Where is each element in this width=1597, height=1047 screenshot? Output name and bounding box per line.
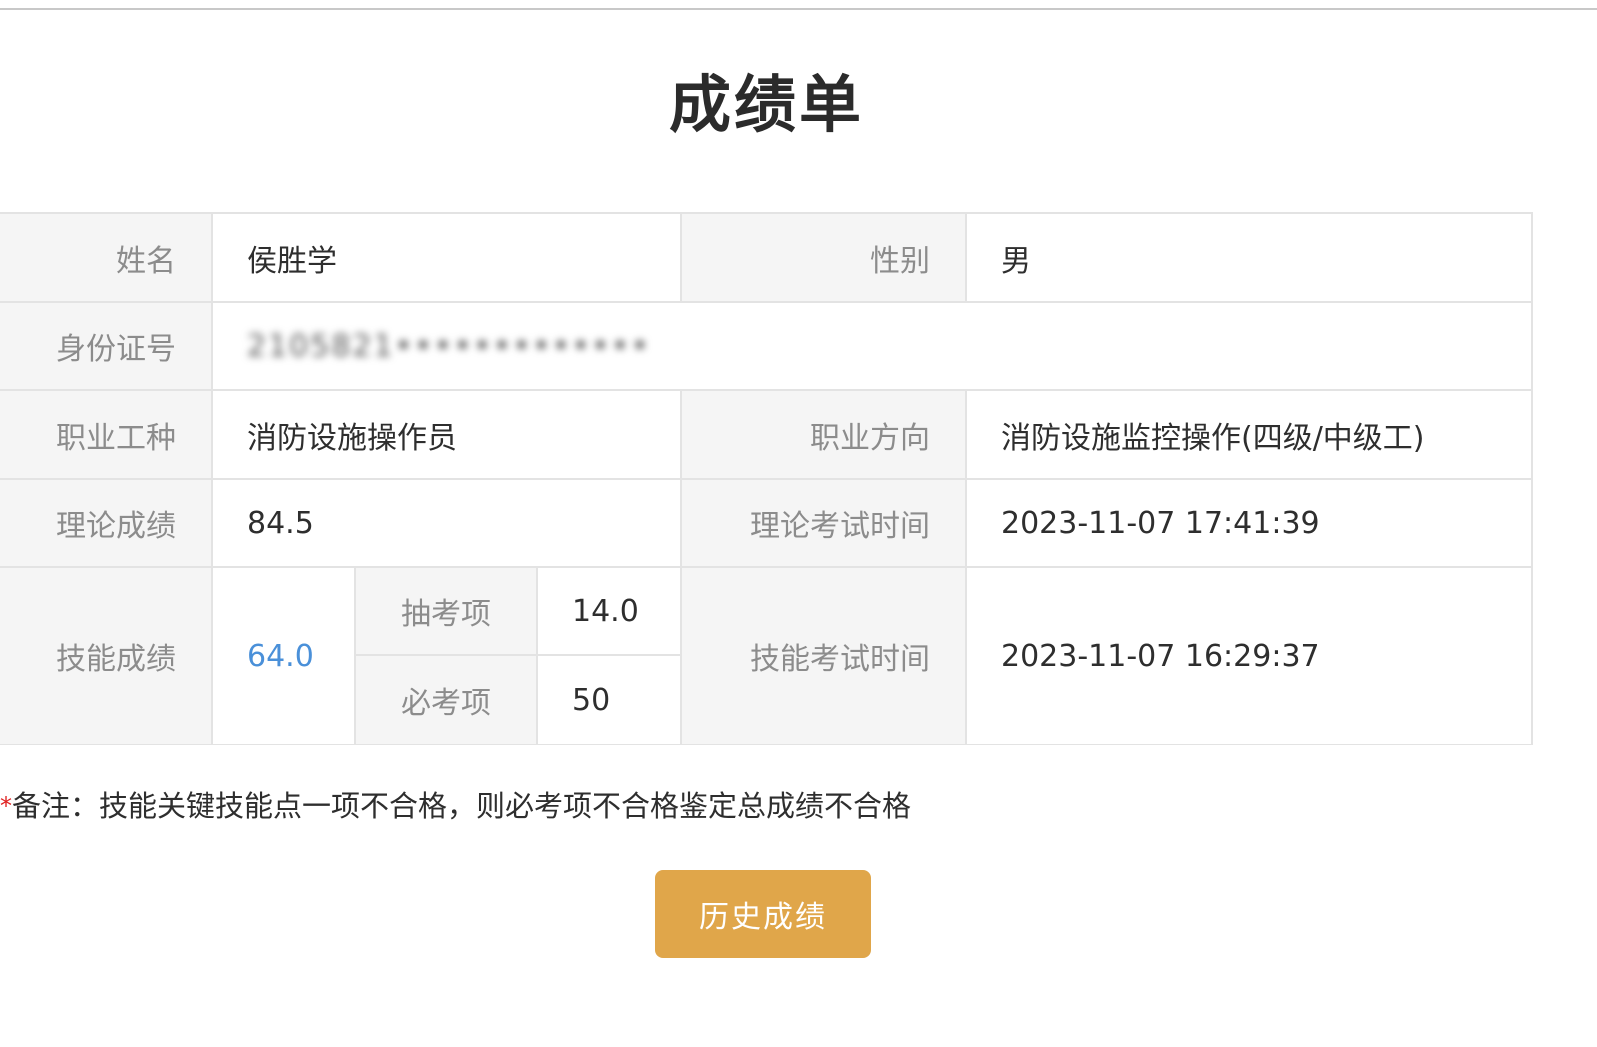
skill-score-value[interactable]: 64.0 (213, 568, 356, 744)
name-label: 姓名 (0, 214, 213, 303)
skill-time-value: 2023-11-07 16:29:37 (967, 568, 1531, 744)
occupation-label: 职业工种 (0, 391, 213, 480)
remark-note: *备注：技能关键技能点一项不合格，则必考项不合格鉴定总成绩不合格 (0, 784, 911, 828)
remark-text: 备注：技能关键技能点一项不合格，则必考项不合格鉴定总成绩不合格 (12, 789, 912, 823)
sampled-item-label: 抽考项 (356, 568, 538, 656)
id-number-blurred-text: 2105821••••••••••••• (247, 328, 651, 364)
page-title: 成绩单 (668, 68, 864, 141)
skill-time-label: 技能考试时间 (682, 568, 967, 744)
theory-score-value: 84.5 (213, 480, 682, 568)
name-value: 侯胜学 (213, 214, 682, 303)
theory-score-label: 理论成绩 (0, 480, 213, 568)
score-table: 姓名 侯胜学 性别 男 身份证号 2105821••••••••••••• 职业… (0, 212, 1533, 745)
direction-value: 消防设施监控操作(四级/中级工) (967, 391, 1531, 480)
theory-time-label: 理论考试时间 (682, 480, 967, 568)
required-item-label: 必考项 (356, 656, 538, 744)
occupation-value: 消防设施操作员 (213, 391, 682, 480)
sampled-item-value: 14.0 (538, 568, 682, 656)
direction-label: 职业方向 (682, 391, 967, 480)
skill-score-label: 技能成绩 (0, 568, 213, 744)
required-item-value: 50 (538, 656, 682, 744)
gender-label: 性别 (682, 214, 967, 303)
theory-time-value: 2023-11-07 17:41:39 (967, 480, 1531, 568)
gender-value: 男 (967, 214, 1531, 303)
id-number-label: 身份证号 (0, 303, 213, 391)
id-number-value: 2105821••••••••••••• (213, 303, 1531, 391)
top-divider (0, 8, 1597, 10)
required-asterisk: * (0, 792, 12, 820)
history-scores-button[interactable]: 历史成绩 (655, 870, 871, 958)
